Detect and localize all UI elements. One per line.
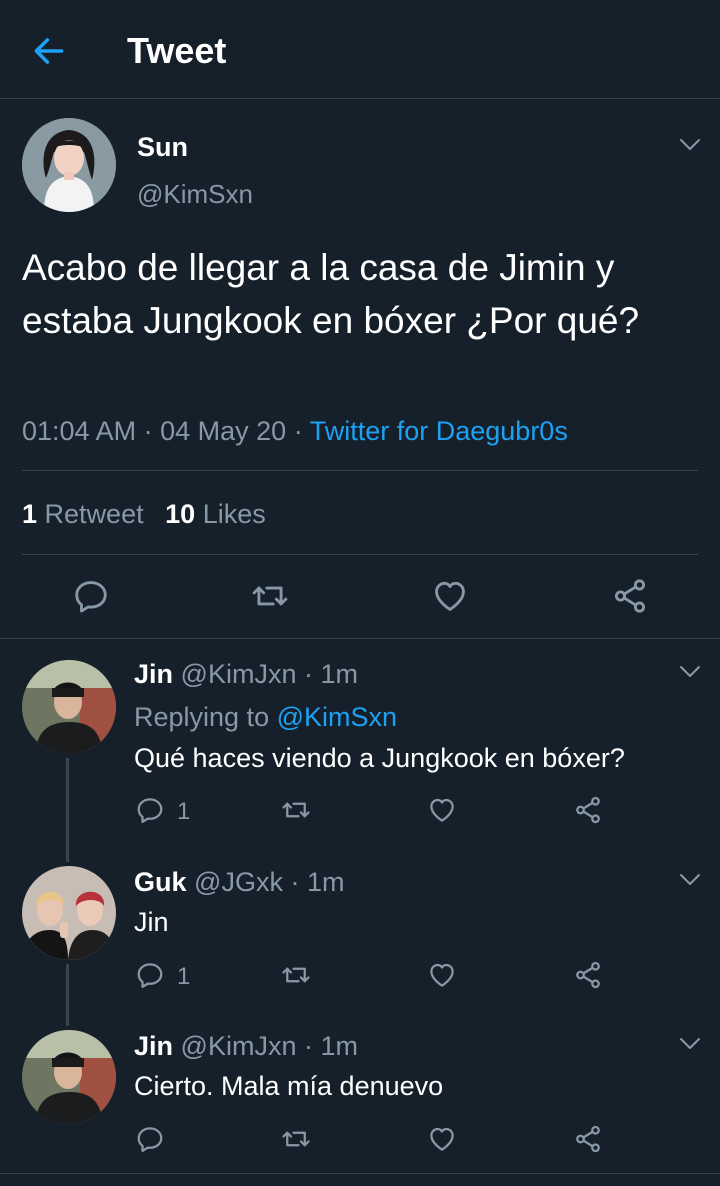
divider [0, 638, 720, 639]
reply-icon[interactable] [135, 795, 165, 825]
top-bar: Tweet [0, 0, 720, 99]
reply-author-handle[interactable]: @JGxk [194, 867, 283, 897]
retweet-icon[interactable] [250, 577, 290, 615]
avatar-guk[interactable] [22, 866, 116, 960]
share-icon[interactable] [611, 577, 649, 615]
reply-icon[interactable] [135, 1124, 165, 1154]
reply-author-handle[interactable]: @KimJxn [181, 1031, 297, 1061]
avatar-sun[interactable] [22, 118, 116, 212]
reply-icon[interactable] [135, 960, 165, 990]
engagement-stats: 1 Retweet 10 Likes [22, 497, 266, 531]
replying-to-label: Replying to [134, 702, 270, 732]
reply-icon[interactable] [72, 577, 110, 615]
reply-author-name[interactable]: Jin [134, 1031, 173, 1061]
retweet-icon[interactable] [280, 960, 312, 990]
reply-text: Qué haces viendo a Jungkook en bóxer? [134, 743, 625, 773]
tweet-meta: 01:04 AM · 04 May 20 · Twitter for Daegu… [22, 414, 568, 448]
chevron-down-icon[interactable] [679, 1037, 701, 1051]
divider [22, 470, 698, 471]
reply-text: Cierto. Mala mía denuevo [134, 1071, 444, 1101]
likes-stat[interactable]: 10 Likes [165, 499, 266, 529]
thread-connector [66, 964, 69, 1026]
likes-count: 10 [165, 499, 196, 529]
reply-header: Guk @JGxk · 1m [134, 865, 344, 899]
meta-separator: · [293, 416, 303, 446]
like-icon[interactable] [427, 795, 457, 825]
page-title: Tweet [127, 30, 227, 71]
meta-separator: · [143, 416, 153, 446]
avatar-jin[interactable] [22, 660, 116, 754]
like-icon[interactable] [427, 1124, 457, 1154]
reply-text: Jin [134, 907, 169, 937]
share-icon[interactable] [573, 1124, 603, 1154]
chevron-down-icon[interactable] [679, 873, 701, 887]
thread-connector [66, 758, 69, 862]
tweet-time: 01:04 AM [22, 416, 137, 446]
retweet-icon[interactable] [280, 1124, 312, 1154]
avatar-jin[interactable] [22, 1030, 116, 1124]
reply-time: · 1m [303, 659, 358, 689]
reply-time: · 1m [290, 867, 345, 897]
share-icon[interactable] [573, 795, 603, 825]
tweet-date: 04 May 20 [160, 416, 287, 446]
likes-label: Likes [202, 499, 266, 529]
tweet-source-link[interactable]: Twitter for Daegubr0s [310, 416, 568, 446]
retweet-icon[interactable] [280, 795, 312, 825]
reply-header: Jin @KimJxn · 1m [134, 1029, 358, 1063]
divider [22, 554, 698, 555]
share-icon[interactable] [573, 960, 603, 990]
like-icon[interactable] [427, 960, 457, 990]
chevron-down-icon[interactable] [679, 138, 701, 152]
reply-header: Jin @KimJxn · 1m [134, 657, 358, 691]
tweet-text: Acabo de llegar a la casa de Jimin y est… [22, 247, 640, 341]
retweets-label: Retweet [44, 499, 144, 529]
reply-count: 1 [177, 963, 191, 990]
divider [0, 1173, 720, 1174]
retweets-stat[interactable]: 1 Retweet [22, 499, 151, 529]
reply-author-name[interactable]: Guk [134, 867, 187, 897]
reply-author-name[interactable]: Jin [134, 659, 173, 689]
replying-to: Replying to @KimSxn [134, 700, 397, 734]
author-handle[interactable]: @KimSxn [137, 178, 253, 210]
reply-author-handle[interactable]: @KimJxn [181, 659, 297, 689]
author-name[interactable]: Sun [137, 131, 188, 163]
retweets-count: 1 [22, 499, 38, 529]
chevron-down-icon[interactable] [679, 665, 701, 679]
reply-time: · 1m [303, 1031, 358, 1061]
back-arrow-icon[interactable] [30, 32, 68, 70]
replying-to-handle[interactable]: @KimSxn [277, 702, 397, 732]
like-icon[interactable] [431, 577, 469, 615]
reply-count: 1 [177, 798, 191, 825]
